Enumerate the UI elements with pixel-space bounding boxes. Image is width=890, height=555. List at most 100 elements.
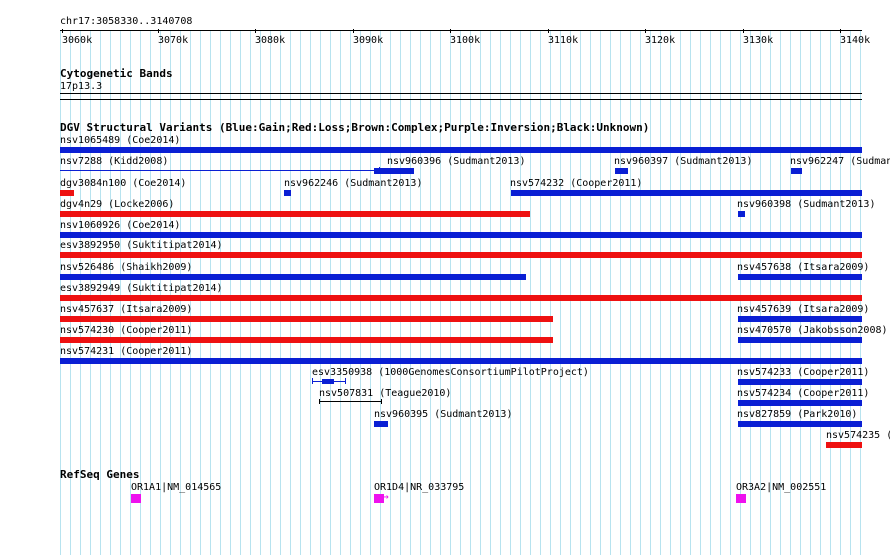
grid-line bbox=[610, 30, 611, 555]
grid-line bbox=[250, 30, 251, 555]
grid-line bbox=[280, 30, 281, 555]
grid-line bbox=[470, 30, 471, 555]
grid-line bbox=[740, 30, 741, 555]
cytoband-title: Cytogenetic Bands bbox=[60, 67, 173, 80]
variant-label: dgv4n29 (Locke2006) bbox=[60, 199, 175, 210]
ruler-tick bbox=[645, 29, 646, 33]
grid-line bbox=[420, 30, 421, 555]
grid-line bbox=[390, 30, 391, 555]
grid-line bbox=[450, 30, 451, 555]
ruler-line bbox=[60, 30, 862, 31]
grid-line bbox=[560, 30, 561, 555]
grid-line bbox=[270, 30, 271, 555]
grid-line bbox=[480, 30, 481, 555]
variant-label: esv3892950 (Suktitipat2014) bbox=[60, 240, 223, 251]
variant-bar-end bbox=[319, 399, 320, 404]
variant-bar bbox=[60, 316, 553, 322]
variant-label: nsv960396 (Sudmant2013) bbox=[387, 156, 526, 167]
variant-label: nsv960398 (Sudmant2013) bbox=[737, 199, 876, 210]
grid-line bbox=[380, 30, 381, 555]
ruler-tick bbox=[840, 29, 841, 33]
variant-label: nsv507831 (Teague2010) bbox=[319, 388, 452, 399]
variant-bar bbox=[60, 170, 380, 171]
variant-bar bbox=[60, 358, 862, 364]
grid-line bbox=[650, 30, 651, 555]
grid-line bbox=[540, 30, 541, 555]
variant-label: nsv962247 (Sudmant2013) bbox=[790, 156, 890, 167]
grid-line bbox=[240, 30, 241, 555]
grid-line bbox=[370, 30, 371, 555]
variant-bar-end bbox=[381, 399, 382, 404]
grid-line bbox=[410, 30, 411, 555]
variant-label: nsv1060926 (Coe2014) bbox=[60, 220, 181, 231]
variant-bar bbox=[738, 316, 862, 322]
variant-label: nsv526486 (Shaikh2009) bbox=[60, 262, 193, 273]
ruler-tick-label: 3070k bbox=[158, 35, 189, 46]
grid-line bbox=[720, 30, 721, 555]
variant-bar bbox=[738, 337, 862, 343]
cytoband-line-bottom bbox=[60, 99, 862, 100]
variant-bar bbox=[60, 190, 74, 196]
gene-label: OR3A2|NM_002551 bbox=[736, 482, 827, 493]
variant-label: nsv574232 (Cooper2011) bbox=[510, 178, 643, 189]
variant-bar bbox=[60, 337, 553, 343]
grid-line bbox=[690, 30, 691, 555]
grid-line bbox=[520, 30, 521, 555]
grid-line bbox=[230, 30, 231, 555]
variant-bar bbox=[374, 168, 414, 174]
variant-label: nsv574231 (Cooper2011) bbox=[60, 346, 193, 357]
grid-line bbox=[780, 30, 781, 555]
grid-line bbox=[350, 30, 351, 555]
grid-line bbox=[810, 30, 811, 555]
variant-bar bbox=[374, 421, 388, 427]
variant-bar bbox=[738, 274, 862, 280]
variant-label: nsv574233 (Cooper2011) bbox=[737, 367, 870, 378]
genome-browser-view: chr17:3058330..3140708 3060k 3070k 3080k 30… bbox=[0, 0, 890, 555]
grid-line bbox=[800, 30, 801, 555]
ruler-tick bbox=[62, 29, 63, 33]
variant-label: nsv457638 (Itsara2009) bbox=[737, 262, 870, 273]
grid-line bbox=[710, 30, 711, 555]
variant-label: esv3350938 (1000GenomesConsortiumPilotPr… bbox=[312, 367, 589, 378]
variant-label: nsv574235 (Cooper2011) bbox=[826, 430, 890, 441]
variant-bar bbox=[284, 190, 291, 196]
variant-bar bbox=[60, 295, 862, 301]
grid-line bbox=[460, 30, 461, 555]
variant-bar bbox=[738, 400, 862, 406]
grid-line bbox=[830, 30, 831, 555]
grid-line bbox=[550, 30, 551, 555]
strand-arrow-icon: → bbox=[382, 490, 389, 503]
ruler-tick bbox=[255, 29, 256, 33]
ruler-tick bbox=[158, 29, 159, 33]
grid-line bbox=[590, 30, 591, 555]
variant-bar-end bbox=[312, 378, 313, 384]
grid-line bbox=[490, 30, 491, 555]
grid-line bbox=[640, 30, 641, 555]
grid-line bbox=[670, 30, 671, 555]
grid-line bbox=[760, 30, 761, 555]
variant-bar bbox=[511, 190, 862, 196]
variant-label: nsv827859 (Park2010) bbox=[737, 409, 858, 420]
gene-feature bbox=[131, 494, 141, 503]
variant-bar bbox=[615, 168, 628, 174]
grid-line bbox=[770, 30, 771, 555]
grid-line bbox=[820, 30, 821, 555]
grid-line bbox=[530, 30, 531, 555]
variant-label: nsv962246 (Sudmant2013) bbox=[284, 178, 423, 189]
grid-line bbox=[790, 30, 791, 555]
gene-label: OR1A1|NM_014565 bbox=[131, 482, 222, 493]
grid-line bbox=[660, 30, 661, 555]
cytoband-line-top bbox=[60, 93, 862, 94]
grid-line bbox=[620, 30, 621, 555]
grid-line bbox=[300, 30, 301, 555]
variant-bar bbox=[60, 274, 526, 280]
ruler-tick-label: 3100k bbox=[450, 35, 481, 46]
variant-label: nsv960395 (Sudmant2013) bbox=[374, 409, 513, 420]
variant-label: nsv457637 (Itsara2009) bbox=[60, 304, 193, 315]
ruler-tick bbox=[743, 29, 744, 33]
grid-line bbox=[600, 30, 601, 555]
grid-line bbox=[400, 30, 401, 555]
variant-label: nsv574230 (Cooper2011) bbox=[60, 325, 193, 336]
variant-bar bbox=[60, 211, 530, 217]
grid-line bbox=[680, 30, 681, 555]
